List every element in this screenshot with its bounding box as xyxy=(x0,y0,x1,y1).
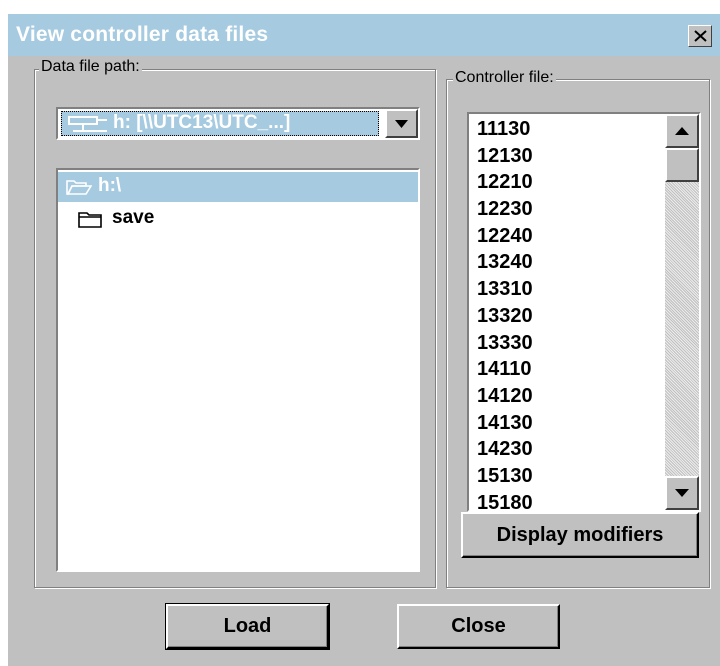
close-button[interactable]: Close xyxy=(397,604,560,649)
file-list-scrollbar[interactable] xyxy=(665,114,699,510)
controller-file-item[interactable]: 12210 xyxy=(477,169,533,196)
scroll-down-arrow-icon xyxy=(675,489,689,497)
controller-file-label: Controller file: xyxy=(453,69,556,87)
drive-select-value[interactable]: h: [\\UTC13\UTC_...] xyxy=(61,111,379,136)
title-bar[interactable]: View controller data files xyxy=(8,14,720,56)
controller-file-item[interactable]: 12240 xyxy=(477,223,533,250)
data-file-path-label: Data file path: xyxy=(39,58,142,76)
controller-file-item[interactable]: 15180 xyxy=(477,490,533,510)
directory-item-save[interactable]: save xyxy=(58,204,418,234)
load-button[interactable]: Load xyxy=(165,603,330,650)
controller-file-item[interactable]: 13330 xyxy=(477,330,533,357)
close-window-button[interactable] xyxy=(688,25,712,47)
display-modifiers-label: Display modifiers xyxy=(496,524,664,546)
close-x-icon xyxy=(694,30,707,42)
controller-file-item[interactable]: 12230 xyxy=(477,196,533,223)
open-folder-icon xyxy=(66,180,92,195)
drive-select[interactable]: h: [\\UTC13\UTC_...] xyxy=(56,107,420,140)
closed-folder-icon xyxy=(78,212,102,228)
scroll-thumb[interactable] xyxy=(665,148,699,182)
display-modifiers-button[interactable]: Display modifiers xyxy=(461,512,699,558)
controller-file-item[interactable]: 14130 xyxy=(477,410,533,437)
controller-file-item[interactable]: 14110 xyxy=(477,356,533,383)
controller-file-item[interactable]: 13320 xyxy=(477,303,533,330)
controller-file-list[interactable]: 11130 12130 12210 12230 12240 13240 13310 13320… xyxy=(467,112,701,512)
window-title: View controller data files xyxy=(16,23,269,46)
directory-item-label: save xyxy=(112,207,155,228)
controller-file-item[interactable]: 13310 xyxy=(477,276,533,303)
controller-file-item[interactable]: 11130 xyxy=(477,116,533,143)
drive-dropdown-button[interactable] xyxy=(385,109,418,138)
dialog-window: View controller data files Data file pat… xyxy=(6,12,720,666)
close-button-label: Close xyxy=(451,615,506,637)
directory-list[interactable]: h:\ save xyxy=(56,168,420,572)
controller-file-item[interactable]: 13240 xyxy=(477,249,533,276)
directory-item-label: h:\ xyxy=(98,175,122,196)
chevron-down-icon xyxy=(395,120,408,128)
network-drive-icon xyxy=(68,116,107,132)
directory-item-root[interactable]: h:\ xyxy=(58,172,418,202)
scroll-up-arrow-icon xyxy=(675,127,689,135)
controller-file-item[interactable]: 15130 xyxy=(477,463,533,490)
scroll-up-button[interactable] xyxy=(665,114,699,148)
controller-file-item[interactable]: 14230 xyxy=(477,436,533,463)
controller-file-item[interactable]: 14120 xyxy=(477,383,533,410)
controller-file-items: 11130 12130 12210 12230 12240 13240 13310 13320… xyxy=(477,116,533,510)
controller-file-item[interactable]: 12130 xyxy=(477,143,533,170)
load-button-label: Load xyxy=(223,615,272,637)
scroll-down-button[interactable] xyxy=(665,476,699,510)
drive-select-text: h: [\\UTC13\UTC_...] xyxy=(113,112,291,133)
